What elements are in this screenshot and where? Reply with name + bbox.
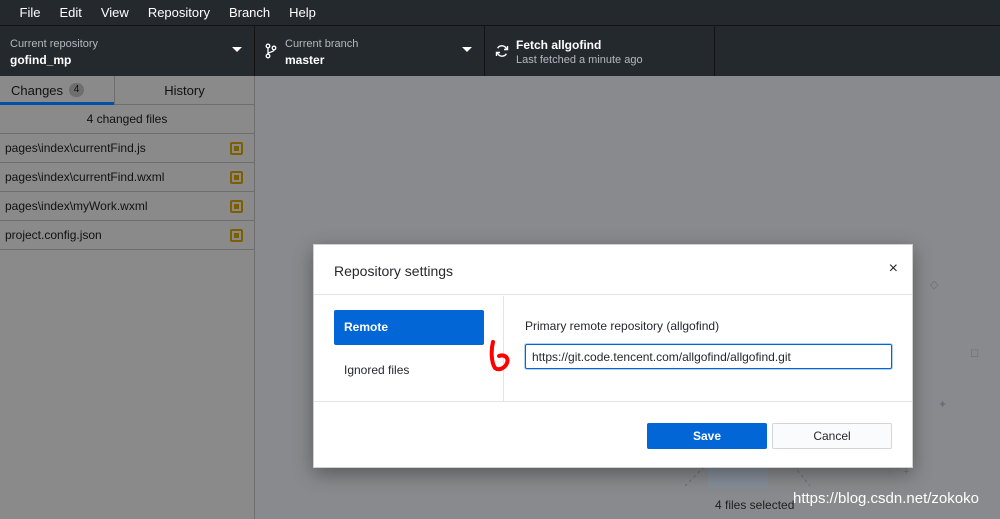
chevron-down-icon <box>232 47 242 52</box>
menu-view[interactable]: View <box>91 0 138 25</box>
sparkle-icon: ◻ <box>970 347 980 359</box>
sparkle-icon: ◇ <box>930 279 939 291</box>
modified-icon <box>230 171 243 184</box>
modified-icon <box>230 229 243 242</box>
fetch-status: Last fetched a minute ago <box>516 54 643 66</box>
fetch-title: Fetch allgofind <box>516 38 602 52</box>
fetch-origin-button[interactable]: Fetch allgofind Last fetched a minute ag… <box>485 26 715 76</box>
file-path: project.config.json <box>5 228 102 242</box>
current-repository-name: gofind_mp <box>10 53 72 67</box>
menu-repository[interactable]: Repository <box>138 0 219 25</box>
current-branch-label: Current branch <box>285 38 359 50</box>
current-branch-button[interactable]: Current branch master <box>255 26 485 76</box>
close-icon[interactable]: × <box>889 261 898 277</box>
menu-branch[interactable]: Branch <box>219 0 279 25</box>
tab-history[interactable]: History <box>115 76 254 104</box>
menu-file[interactable]: File <box>10 0 50 25</box>
dialog-footer: Save Cancel <box>314 401 912 467</box>
modified-icon <box>230 142 243 155</box>
sidebar-tabs: Changes 4 History <box>0 76 254 105</box>
tab-changes[interactable]: Changes 4 <box>0 76 115 105</box>
files-selected-text: 4 files selected <box>715 498 795 512</box>
nav-ignored-files[interactable]: Ignored files <box>334 353 484 388</box>
list-item[interactable]: pages\index\currentFind.js <box>0 134 254 163</box>
tab-history-label: History <box>164 82 205 98</box>
menu-help[interactable]: Help <box>280 0 326 25</box>
branch-icon <box>265 43 277 59</box>
file-path: pages\index\currentFind.wxml <box>5 170 165 184</box>
repository-settings-dialog: Repository settings × Remote Ignored fil… <box>313 244 913 468</box>
changes-count-badge: 4 <box>69 83 85 97</box>
modified-icon <box>230 200 243 213</box>
current-repository-button[interactable]: Current repository gofind_mp <box>0 26 255 76</box>
current-repository-label: Current repository <box>10 38 99 50</box>
changed-files-summary[interactable]: 4 changed files <box>0 105 254 134</box>
file-path: pages\index\myWork.wxml <box>5 199 148 213</box>
tab-changes-label: Changes <box>11 82 64 98</box>
changes-sidebar: Changes 4 History 4 changed files pages\… <box>0 76 255 519</box>
save-button[interactable]: Save <box>647 423 767 449</box>
list-item[interactable]: pages\index\currentFind.wxml <box>0 163 254 192</box>
menu-bar: File Edit View Repository Branch Help <box>0 0 1000 25</box>
list-item[interactable]: project.config.json <box>0 221 254 250</box>
toolbar: Current repository gofind_mp Current bra… <box>0 25 1000 76</box>
settings-nav: Remote Ignored files <box>314 296 504 401</box>
remote-url-input[interactable] <box>525 344 892 369</box>
sync-icon <box>495 45 509 57</box>
nav-remote[interactable]: Remote <box>334 310 484 345</box>
list-item[interactable]: pages\index\myWork.wxml <box>0 192 254 221</box>
current-branch-name: master <box>285 53 325 67</box>
file-path: pages\index\currentFind.js <box>5 141 146 155</box>
chevron-down-icon <box>462 47 472 52</box>
menu-edit[interactable]: Edit <box>50 0 91 25</box>
remote-settings-panel: Primary remote repository (allgofind) <box>505 296 912 401</box>
cancel-button[interactable]: Cancel <box>772 423 892 449</box>
annotation-mark-icon <box>489 340 510 372</box>
sparkle-icon: ✦ <box>938 399 948 411</box>
watermark: https://blog.csdn.net/zokoko <box>793 490 979 507</box>
dialog-header: Repository settings × <box>314 245 912 295</box>
remote-url-label: Primary remote repository (allgofind) <box>525 319 720 333</box>
dialog-title: Repository settings <box>334 263 454 279</box>
